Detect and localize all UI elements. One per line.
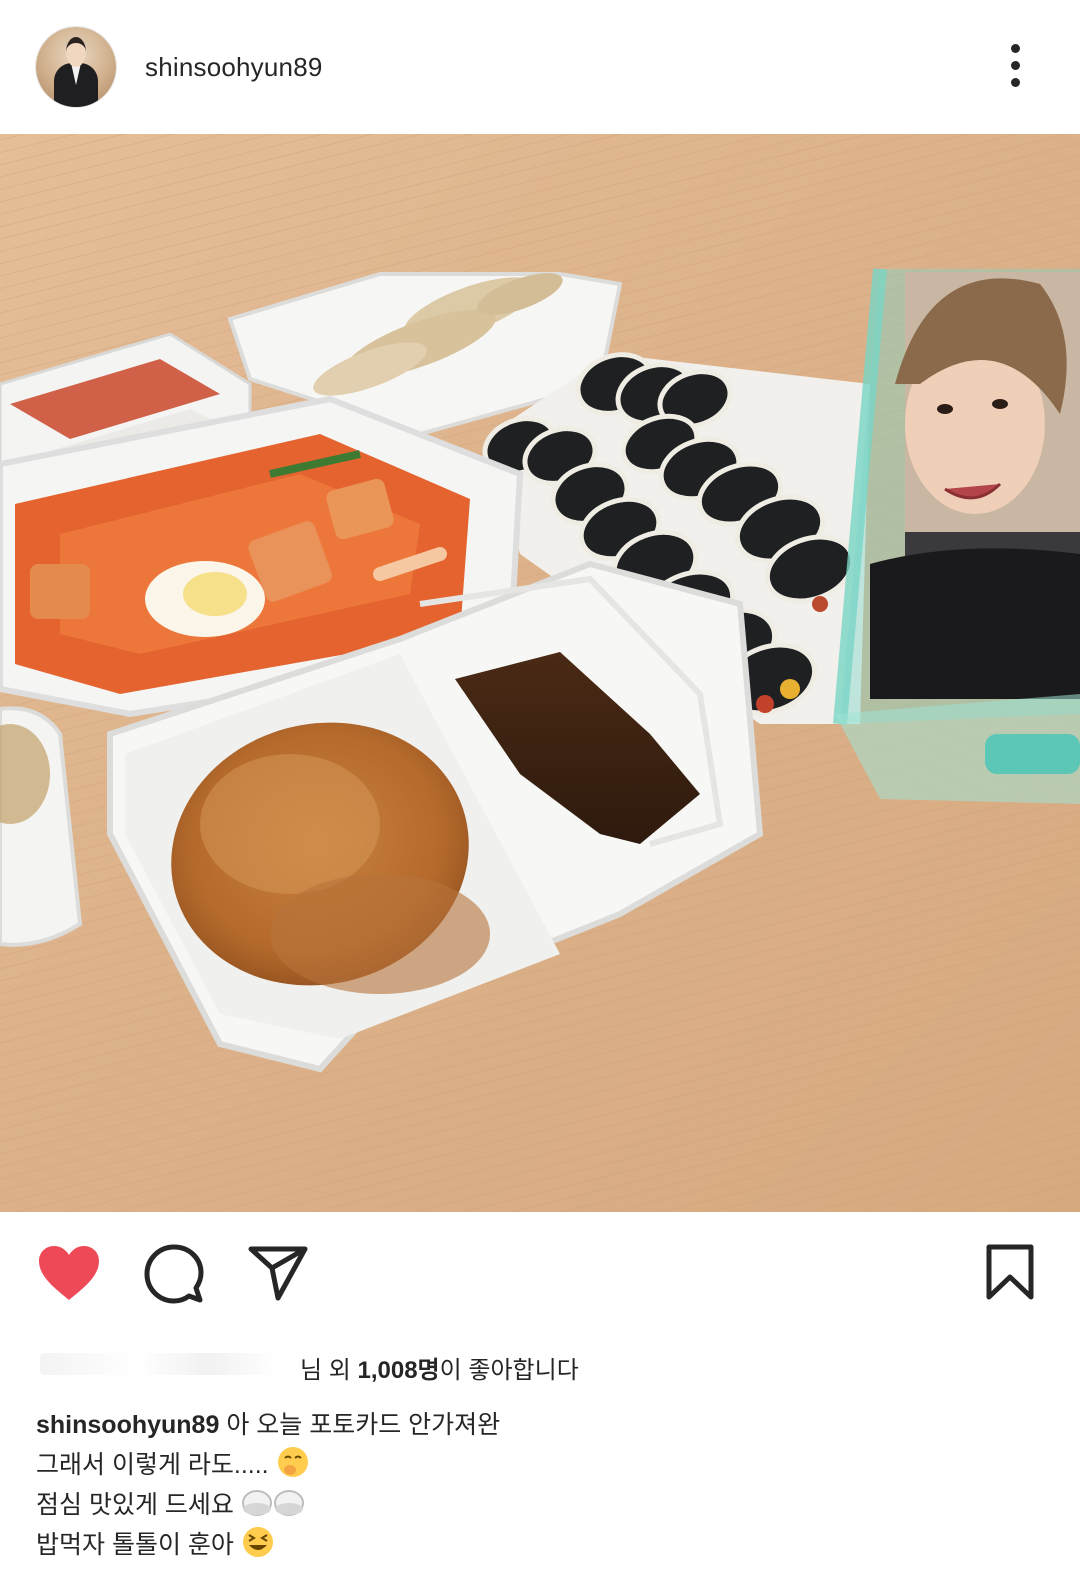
caption-line-3: 점심 맛있게 드세요 (36, 1485, 1046, 1525)
heart-icon[interactable] (36, 1243, 102, 1303)
caption-line-1: shinsoohyun89 아 오늘 포토카드 안가져완 (36, 1405, 1046, 1445)
liker-name-blurred[interactable] (40, 1353, 280, 1375)
post-photo[interactable] (0, 134, 1080, 1212)
food-photo-image (0, 134, 1080, 1212)
likes-text[interactable]: 님 외 1,008명이 좋아합니다 (300, 1350, 579, 1385)
avatar-head (66, 37, 86, 67)
send-icon[interactable] (248, 1244, 308, 1302)
laughing-face-emoji-icon (242, 1527, 273, 1557)
bookmark-icon[interactable] (985, 1244, 1035, 1300)
likes-suffix: 이 좋아합니다 (439, 1357, 579, 1384)
rice-ball-icon (241, 1490, 304, 1516)
caption-line-4: 밥먹자 톨톨이 훈아 (36, 1525, 1046, 1565)
caption-text-3: 점심 맛있게 드세요 (36, 1491, 234, 1519)
comment-icon[interactable] (144, 1244, 204, 1304)
caption-line-2: 그래서 이렇게 라도..... (36, 1445, 1046, 1485)
caption-username[interactable]: shinsoohyun89 (36, 1411, 219, 1439)
likes-count: 1,008명 (357, 1357, 440, 1384)
post-header: shinsoohyun89 (0, 0, 1080, 134)
caption-text-2: 그래서 이렇게 라도..... (36, 1451, 269, 1479)
likes-prefix: 님 외 (300, 1357, 358, 1384)
shushing-face-emoji-icon (277, 1447, 308, 1477)
photo-stand (833, 268, 1080, 804)
profile-avatar[interactable] (36, 27, 116, 107)
post-caption: shinsoohyun89 아 오늘 포토카드 안가져완 그래서 이렇게 라도.… (36, 1405, 1046, 1565)
caption-text-1: 아 오늘 포토카드 안가져완 (219, 1411, 501, 1439)
caption-text-4: 밥먹자 톨톨이 훈아 (36, 1531, 234, 1559)
more-vertical-icon[interactable] (1003, 44, 1027, 90)
post-username[interactable]: shinsoohyun89 (145, 52, 323, 83)
